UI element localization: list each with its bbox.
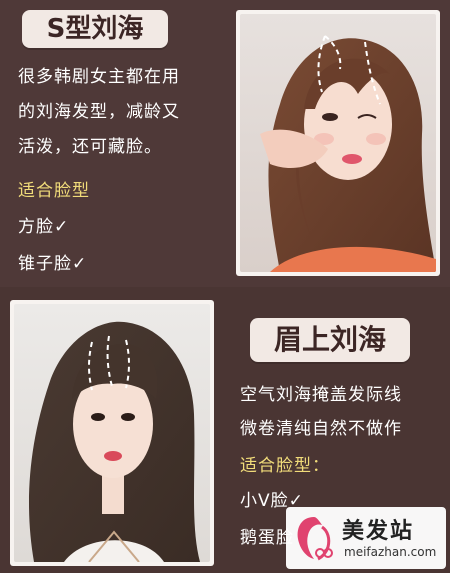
bottom-face-label: 适合脸型： bbox=[240, 456, 330, 476]
top-desc-line-1: 很多韩剧女主都在用 bbox=[18, 67, 180, 87]
top-photo bbox=[236, 10, 440, 276]
bottom-photo bbox=[10, 300, 214, 566]
eyebrow-bang-portrait bbox=[14, 304, 210, 562]
top-face-label: 适合脸型 bbox=[18, 181, 90, 201]
top-face-1: 方脸✓ bbox=[18, 217, 70, 237]
top-face-2: 锥子脸✓ bbox=[18, 254, 88, 274]
top-desc-line-2: 的刘海发型，减龄又 bbox=[18, 102, 180, 122]
top-desc-line-3: 活泼，还可藏脸。 bbox=[18, 137, 162, 157]
watermark-brand: 美发站 bbox=[342, 519, 415, 544]
watermark-url: meifazhan.com bbox=[344, 545, 437, 559]
watermark: 美发站 meifazhan.com bbox=[286, 507, 446, 569]
hair-salon-logo-icon bbox=[297, 517, 333, 561]
top-title: S型刘海 bbox=[22, 10, 168, 48]
bottom-desc-line-2: 微卷清纯自然不做作 bbox=[240, 419, 402, 439]
bottom-title: 眉上刘海 bbox=[250, 318, 410, 362]
bottom-desc-line-1: 空气刘海掩盖发际线 bbox=[240, 385, 402, 405]
s-bang-portrait bbox=[240, 14, 436, 272]
